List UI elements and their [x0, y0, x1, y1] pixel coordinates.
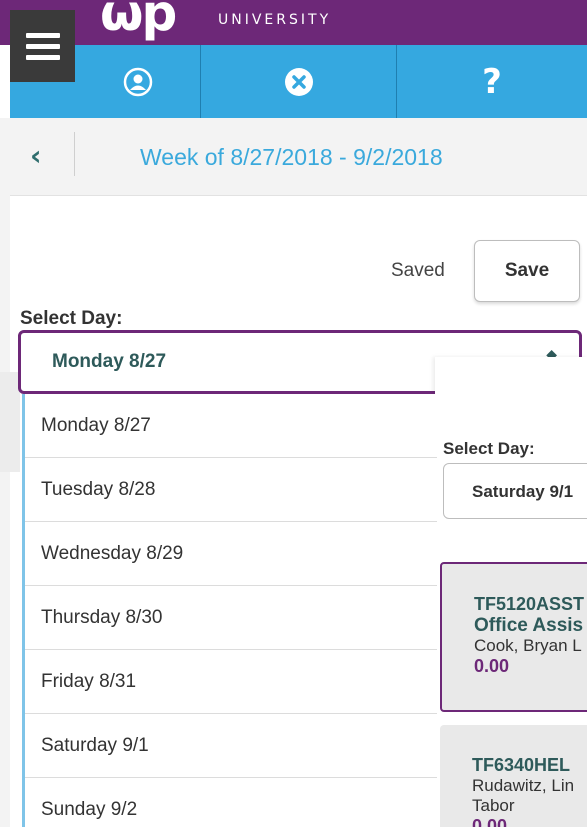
background-day-panel: Select Day: Saturday 9/1 TF5120ASST Offi…	[435, 357, 587, 827]
saved-status: Saved	[391, 260, 445, 281]
day-option[interactable]: Wednesday 8/29	[25, 522, 437, 586]
day-option[interactable]: Thursday 8/30	[25, 586, 437, 650]
day-option[interactable]: Monday 8/27	[25, 394, 437, 458]
day-options-list: Monday 8/27 Tuesday 8/28 Wednesday 8/29 …	[22, 394, 437, 827]
page-gutter-shade	[0, 372, 20, 472]
day-select-dropdown[interactable]: Saturday 9/1	[443, 463, 587, 519]
timesheet-card[interactable]: TF6340HEL Rudawitz, Lin Tabor 0.00	[440, 725, 587, 827]
user-icon	[123, 67, 152, 96]
hours-value: 0.00	[474, 656, 510, 676]
supervisor-name-line2: Tabor	[472, 796, 515, 815]
job-code: TF6340HEL	[472, 755, 571, 775]
hamburger-menu-button[interactable]	[10, 10, 75, 82]
help-icon: ?	[482, 61, 502, 102]
supervisor-name: Cook, Bryan L	[474, 636, 582, 655]
selected-day: Saturday 9/1	[472, 482, 574, 501]
brand-header: ωp UNIVERSITY	[0, 0, 587, 45]
job-code: TF5120ASST	[474, 594, 585, 614]
university-name: UNIVERSITY	[218, 12, 332, 28]
university-logo: ωp	[100, 0, 177, 42]
help-button[interactable]: ?	[397, 45, 587, 118]
menu-icon-bar	[25, 43, 60, 49]
supervisor-name: Rudawitz, Lin	[472, 776, 575, 795]
job-title: Office Assis	[474, 615, 584, 636]
save-button[interactable]: Save	[474, 240, 580, 302]
timesheet-card[interactable]: TF5120ASST Office Assis Cook, Bryan L 0.…	[440, 562, 587, 712]
day-option[interactable]: Sunday 9/2	[25, 778, 437, 827]
menu-icon-bar	[25, 32, 60, 38]
select-day-label: Select Day:	[20, 308, 123, 329]
select-day-label: Select Day:	[443, 439, 535, 458]
week-header: ‹ Week of 8/27/2018 - 9/2/2018	[10, 118, 587, 196]
week-title: Week of 8/27/2018 - 9/2/2018	[140, 144, 443, 170]
day-option[interactable]: Saturday 9/1	[25, 714, 437, 778]
close-button[interactable]	[201, 45, 396, 118]
header-divider	[74, 132, 75, 176]
back-chevron-icon[interactable]: ‹	[30, 142, 42, 170]
icon-toolbar: ?	[10, 45, 587, 118]
page-gutter	[0, 118, 10, 827]
profile-button[interactable]	[75, 45, 200, 118]
close-circle-icon	[284, 67, 313, 96]
menu-icon-bar	[25, 54, 60, 60]
day-option[interactable]: Tuesday 8/28	[25, 458, 437, 522]
selected-day: Monday 8/27	[52, 351, 167, 372]
day-option[interactable]: Friday 8/31	[25, 650, 437, 714]
hours-value: 0.00	[472, 816, 508, 827]
